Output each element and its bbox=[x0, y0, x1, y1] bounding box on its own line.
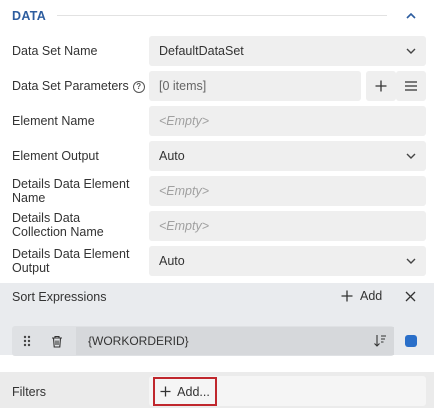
details-data-collection-name-input[interactable]: <Empty> bbox=[149, 211, 426, 241]
close-icon bbox=[405, 291, 415, 301]
label-line: Collection Name bbox=[12, 225, 104, 239]
sort-descending-icon bbox=[374, 335, 386, 347]
details-data-collection-name-placeholder: <Empty> bbox=[159, 219, 210, 233]
plus-icon bbox=[375, 80, 387, 92]
chevron-down-icon bbox=[406, 258, 416, 264]
details-data-element-output-value: Auto bbox=[159, 254, 185, 268]
add-filter-label: Add... bbox=[177, 384, 210, 399]
sort-expression-value: {WORKORDERID} bbox=[88, 334, 189, 348]
data-set-name-label: Data Set Name bbox=[12, 44, 98, 58]
sort-expressions-label: Sort Expressions bbox=[12, 290, 107, 304]
chevron-down-icon bbox=[406, 48, 416, 54]
chevron-up-icon bbox=[406, 13, 416, 19]
data-set-parameters-field[interactable]: [0 items] bbox=[149, 71, 361, 101]
element-name-input[interactable]: <Empty> bbox=[149, 106, 426, 136]
drag-handle[interactable] bbox=[16, 331, 38, 351]
help-icon[interactable]: ? bbox=[132, 81, 145, 93]
label-line: Name bbox=[12, 191, 46, 205]
details-data-element-name-input[interactable]: <Empty> bbox=[149, 176, 426, 206]
label-line: Details Data Element bbox=[12, 177, 130, 191]
data-set-parameters-label-text: Data Set Parameters bbox=[12, 79, 129, 93]
label-line: Details Data bbox=[12, 211, 81, 225]
element-name-placeholder: <Empty> bbox=[159, 114, 210, 128]
label-line: Output bbox=[12, 261, 50, 275]
label-line: Details Data Element bbox=[12, 247, 130, 261]
delete-sort-button[interactable] bbox=[46, 331, 68, 351]
clear-sort-button[interactable] bbox=[401, 287, 419, 305]
element-output-select[interactable]: Auto bbox=[149, 141, 426, 171]
data-set-name-value: DefaultDataSet bbox=[159, 44, 244, 58]
add-sort-label: Add bbox=[360, 289, 383, 303]
chevron-down-icon bbox=[406, 153, 416, 159]
plus-icon bbox=[160, 386, 171, 397]
element-output-label: Element Output bbox=[12, 149, 99, 163]
parameters-menu-button[interactable] bbox=[396, 71, 426, 101]
plus-icon bbox=[341, 290, 353, 302]
sort-expression-field[interactable]: {WORKORDERID} bbox=[76, 327, 394, 355]
sort-direction-button[interactable] bbox=[370, 332, 390, 350]
trash-icon bbox=[52, 335, 62, 348]
add-parameter-button[interactable] bbox=[366, 71, 396, 101]
data-set-parameters-label: Data Set Parameters? bbox=[12, 79, 145, 93]
section-title: DATA bbox=[12, 9, 47, 23]
menu-icon bbox=[405, 81, 417, 91]
details-data-element-name-placeholder: <Empty> bbox=[159, 184, 210, 198]
filters-label: Filters bbox=[12, 385, 47, 399]
section-divider bbox=[57, 15, 387, 16]
collapse-section-button[interactable] bbox=[400, 5, 422, 27]
element-name-label: Element Name bbox=[12, 114, 95, 128]
drag-handle-icon bbox=[23, 335, 31, 347]
sort-indicator bbox=[405, 335, 417, 347]
details-data-collection-name-label: Details Data Collection Name bbox=[12, 211, 104, 239]
details-data-element-name-label: Details Data Element Name bbox=[12, 177, 129, 205]
details-data-element-output-select[interactable]: Auto bbox=[149, 246, 426, 276]
data-set-name-select[interactable]: DefaultDataSet bbox=[149, 36, 426, 66]
add-filter-button[interactable]: Add... bbox=[153, 377, 217, 406]
data-set-parameters-value: [0 items] bbox=[159, 79, 207, 93]
element-output-value: Auto bbox=[159, 149, 185, 163]
details-data-element-output-label: Details Data Element Output bbox=[12, 247, 129, 275]
add-sort-expression-button[interactable]: Add bbox=[341, 287, 382, 305]
